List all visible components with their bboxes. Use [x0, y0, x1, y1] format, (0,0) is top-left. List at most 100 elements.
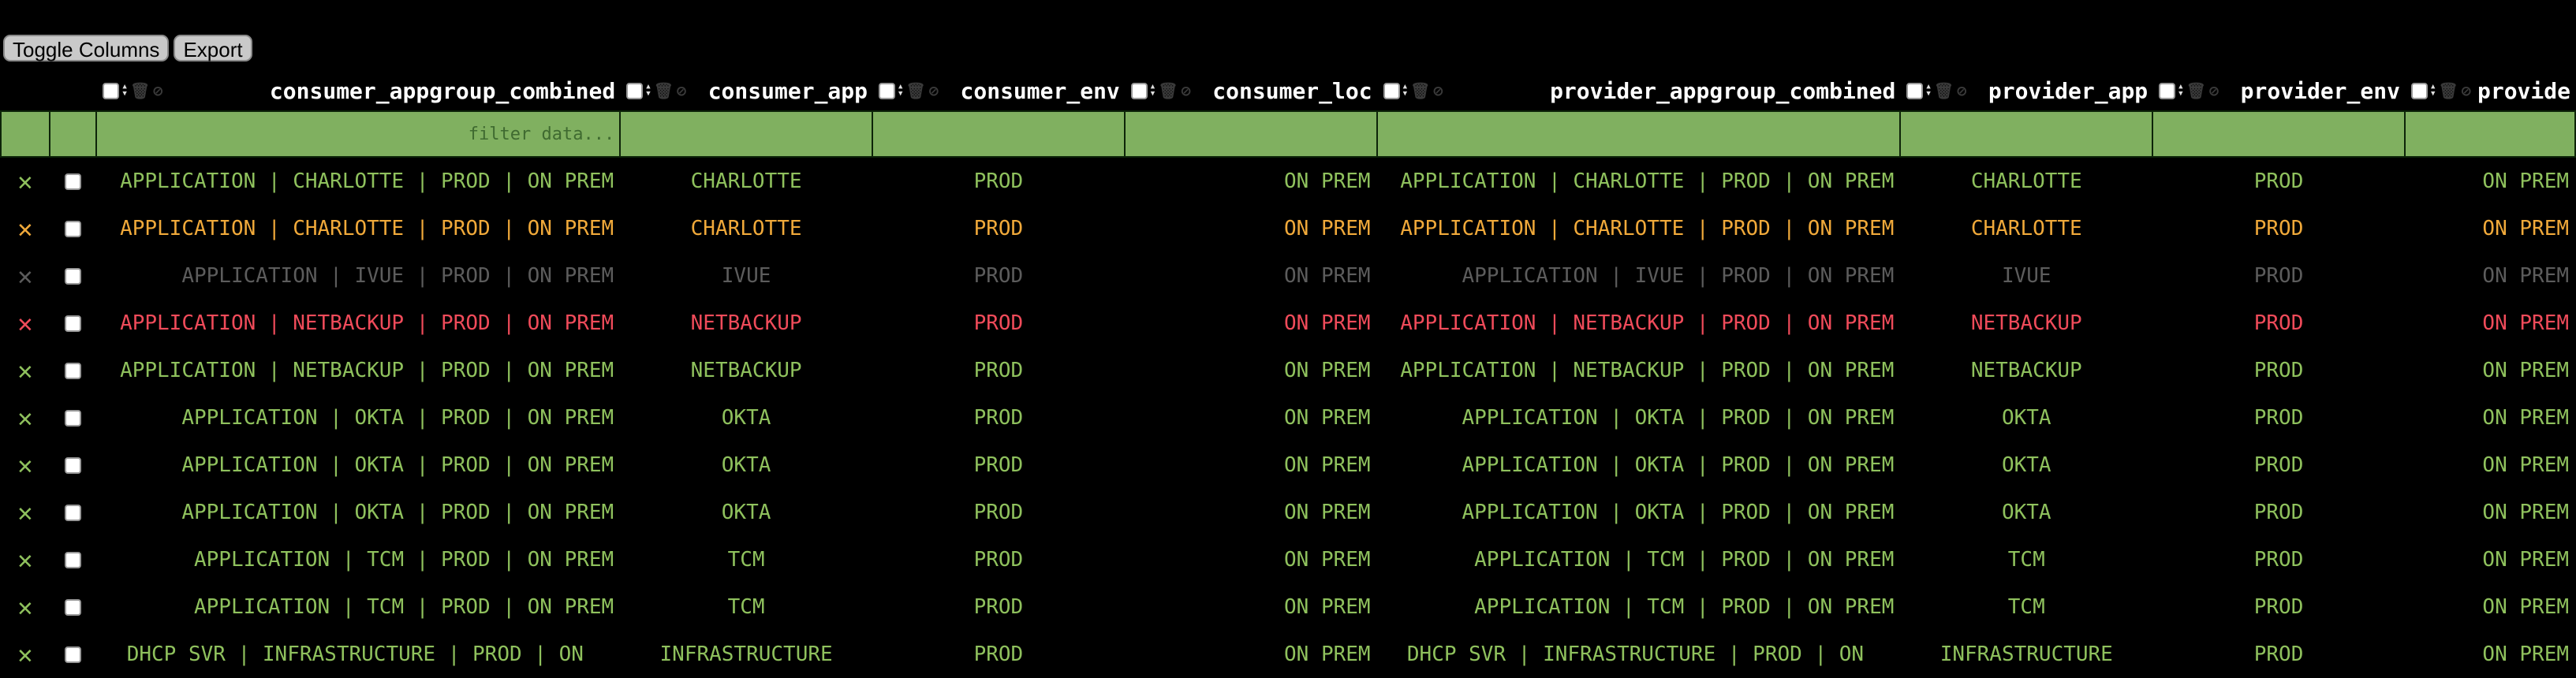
row-select-checkbox[interactable] — [65, 646, 82, 663]
filter-input[interactable] — [2154, 113, 2403, 155]
trash-icon[interactable]: 🗑 — [130, 81, 150, 100]
cell-consumer-appgroup-combined: APPLICATION | CHARLOTTE | PROD | ON PREM — [120, 217, 614, 240]
cell-consumer-loc: ON PREM — [1284, 311, 1371, 335]
row-select-checkbox[interactable] — [65, 173, 82, 190]
filter-input[interactable] — [873, 113, 1123, 155]
trash-icon[interactable]: 🗑 — [2438, 81, 2458, 100]
table-row[interactable]: ✕ APPLICATION | IVUE | PROD | ON PREM IVUE… — [1, 252, 2575, 300]
table-row[interactable]: ✕ APPLICATION | CHARLOTTE | PROD | ON PRE… — [1, 157, 2575, 205]
table-row[interactable]: ✕ APPLICATION | NETBACKUP | PROD | ON PRE… — [1, 300, 2575, 347]
column-header-label[interactable]: consumer_appgroup_combined — [270, 78, 615, 104]
sort-icon[interactable]: ▲ ▼ — [122, 84, 126, 98]
delete-row-icon[interactable]: ✕ — [17, 356, 32, 386]
row-select-checkbox[interactable] — [65, 599, 82, 616]
hide-eye-icon[interactable]: ⊘ — [677, 81, 686, 100]
trash-icon[interactable]: 🗑 — [1410, 81, 1430, 100]
table-row[interactable]: ✕ APPLICATION | OKTA | PROD | ON PREM OKTA… — [1, 394, 2575, 441]
delete-row-icon[interactable]: ✕ — [17, 308, 32, 338]
cell-provider-env: PROD — [2253, 501, 2304, 524]
table-row[interactable]: ✕ APPLICATION | TCM | PROD | ON PREM TCM PR… — [1, 536, 2575, 583]
trash-icon[interactable]: 🗑 — [905, 81, 925, 100]
column-header-label[interactable]: provider_env — [2241, 78, 2400, 104]
cell-provider-env: PROD — [2253, 643, 2304, 666]
table-row[interactable]: ✕ APPLICATION | CHARLOTTE | PROD | ON PRE… — [1, 205, 2575, 252]
sort-icon[interactable]: ▲ ▼ — [2431, 84, 2435, 98]
column-controls: ▲ ▼ 🗑 ⊘ — [1383, 81, 1443, 100]
column-header: ▲ ▼ 🗑 ⊘ consumer_appgroup_combined — [96, 71, 620, 111]
cell-provider-app: NETBACKUP — [1970, 359, 2082, 382]
row-select-checkbox[interactable] — [65, 410, 82, 427]
delete-row-icon[interactable]: ✕ — [17, 214, 32, 244]
cell-consumer-env: PROD — [973, 264, 1024, 288]
delete-row-icon[interactable]: ✕ — [17, 639, 32, 669]
row-select-checkbox[interactable] — [65, 315, 82, 332]
trash-icon[interactable]: 🗑 — [654, 81, 674, 100]
column-visibility-checkbox[interactable] — [879, 82, 895, 99]
trash-icon[interactable]: 🗑 — [2186, 81, 2206, 100]
filter-input[interactable] — [98, 113, 619, 155]
cell-consumer-app: OKTA — [721, 501, 771, 524]
table-row[interactable]: ✕ APPLICATION | OKTA | PROD | ON PREM OKTA… — [1, 441, 2575, 489]
column-visibility-checkbox[interactable] — [1906, 82, 1924, 99]
column-visibility-checkbox[interactable] — [626, 82, 644, 99]
cell-provider-appgroup-combined: APPLICATION | OKTA | PROD | ON PREM — [1462, 453, 1895, 477]
cell-provider-appgroup-combined: APPLICATION | CHARLOTTE | PROD | ON PREM — [1400, 217, 1895, 240]
cell-consumer-appgroup-combined: APPLICATION | OKTA | PROD | ON PREM — [181, 501, 614, 524]
hide-eye-icon[interactable]: ⊘ — [1957, 81, 1966, 100]
column-header-label[interactable]: provider_app — [1988, 78, 2148, 104]
trash-icon[interactable]: 🗑 — [1158, 81, 1178, 100]
filter-input[interactable] — [1126, 113, 1376, 155]
hide-eye-icon[interactable]: ⊘ — [153, 81, 162, 100]
sort-icon[interactable]: ▲ ▼ — [1926, 84, 1930, 98]
column-header-label[interactable]: consumer_app — [708, 78, 868, 104]
export-button[interactable]: Export — [174, 35, 252, 61]
delete-row-icon[interactable]: ✕ — [17, 166, 32, 196]
toggle-columns-button[interactable]: Toggle Columns — [3, 35, 170, 61]
cell-consumer-appgroup-combined: APPLICATION | CHARLOTTE | PROD | ON PREM — [120, 170, 614, 193]
delete-row-icon[interactable]: ✕ — [17, 545, 32, 575]
column-header-label[interactable]: consumer_env — [961, 78, 1120, 104]
hide-eye-icon[interactable]: ⊘ — [1182, 81, 1191, 100]
column-header-label[interactable]: consumer_loc — [1212, 78, 1372, 104]
row-select-checkbox[interactable] — [65, 505, 82, 521]
hide-eye-icon[interactable]: ⊘ — [2462, 81, 2471, 100]
row-select-checkbox[interactable] — [65, 552, 82, 568]
sort-icon[interactable]: ▲ ▼ — [646, 84, 650, 98]
cell-provider-env: PROD — [2253, 170, 2304, 193]
column-visibility-checkbox[interactable] — [2410, 82, 2428, 99]
delete-row-icon[interactable]: ✕ — [17, 592, 32, 622]
hide-eye-icon[interactable]: ⊘ — [2209, 81, 2219, 100]
hide-eye-icon[interactable]: ⊘ — [929, 81, 939, 100]
table-row[interactable]: ✕ APPLICATION | NETBACKUP | PROD | ON PRE… — [1, 347, 2575, 394]
cell-consumer-env: PROD — [973, 311, 1024, 335]
row-select-checkbox[interactable] — [65, 457, 82, 474]
filter-input[interactable] — [1902, 113, 2152, 155]
delete-row-icon[interactable]: ✕ — [17, 450, 32, 480]
table-row[interactable]: ✕ APPLICATION | OKTA | PROD | ON PREM OKTA… — [1, 489, 2575, 536]
delete-row-icon[interactable]: ✕ — [17, 261, 32, 291]
sort-icon[interactable]: ▲ ▼ — [2178, 84, 2182, 98]
trash-icon[interactable]: 🗑 — [1934, 81, 1954, 100]
filter-input[interactable] — [622, 113, 872, 155]
column-header-label[interactable]: provide — [2477, 78, 2570, 104]
row-select-checkbox[interactable] — [65, 221, 82, 237]
sort-icon[interactable]: ▲ ▼ — [1151, 84, 1155, 98]
cell-provider-env: PROD — [2253, 359, 2304, 382]
cell-consumer-loc: ON PREM — [1284, 406, 1371, 430]
row-select-checkbox[interactable] — [65, 268, 82, 285]
table-row[interactable]: ✕ DHCP SVR | INFRASTRUCTURE | PROD | ON IN… — [1, 631, 2575, 678]
table-row[interactable]: ✕ APPLICATION | TCM | PROD | ON PREM TCM PR… — [1, 583, 2575, 631]
row-select-checkbox[interactable] — [65, 363, 82, 379]
column-visibility-checkbox[interactable] — [103, 82, 120, 99]
delete-row-icon[interactable]: ✕ — [17, 403, 32, 433]
delete-row-icon[interactable]: ✕ — [17, 497, 32, 527]
filter-input[interactable] — [2406, 113, 2574, 155]
filter-input[interactable] — [1378, 113, 1899, 155]
sort-icon[interactable]: ▲ ▼ — [1403, 84, 1407, 98]
column-visibility-checkbox[interactable] — [2159, 82, 2176, 99]
column-visibility-checkbox[interactable] — [1383, 82, 1400, 99]
column-visibility-checkbox[interactable] — [1130, 82, 1148, 99]
column-header-label[interactable]: provider_appgroup_combined — [1550, 78, 1895, 104]
hide-eye-icon[interactable]: ⊘ — [1433, 81, 1443, 100]
sort-icon[interactable]: ▲ ▼ — [898, 84, 902, 98]
